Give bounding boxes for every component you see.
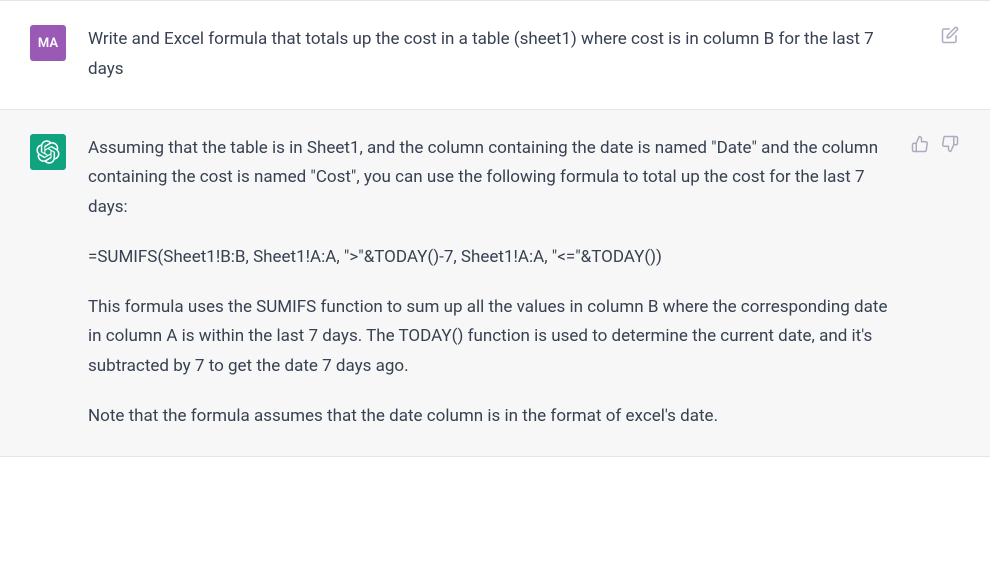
assistant-message-row: Assuming that the table is in Sheet1, an… [0, 110, 990, 457]
assistant-formula: =SUMIFS(Sheet1!B:B, Sheet1!A:A, ">"&TODA… [88, 243, 900, 273]
assistant-paragraph-2: This formula uses the SUMIFS function to… [88, 293, 900, 382]
user-message-actions [940, 25, 960, 45]
assistant-message-content: Assuming that the table is in Sheet1, an… [88, 134, 960, 432]
user-message-text: Write and Excel formula that totals up t… [88, 25, 900, 85]
thumbs-up-button[interactable] [910, 134, 930, 154]
openai-logo-icon [36, 140, 60, 164]
user-avatar: MA [30, 25, 66, 61]
user-message-content: Write and Excel formula that totals up t… [88, 25, 960, 85]
assistant-message-actions [910, 134, 960, 154]
thumbs-down-icon [941, 135, 959, 153]
assistant-avatar [30, 134, 66, 170]
user-avatar-initials: MA [38, 36, 58, 51]
conversation-thread: MA Write and Excel formula that totals u… [0, 0, 990, 457]
user-message-row: MA Write and Excel formula that totals u… [0, 0, 990, 110]
assistant-paragraph-1: Assuming that the table is in Sheet1, an… [88, 134, 900, 223]
thumbs-up-icon [911, 135, 929, 153]
thumbs-down-button[interactable] [940, 134, 960, 154]
edit-icon [941, 26, 959, 44]
assistant-paragraph-3: Note that the formula assumes that the d… [88, 402, 900, 432]
edit-button[interactable] [940, 25, 960, 45]
